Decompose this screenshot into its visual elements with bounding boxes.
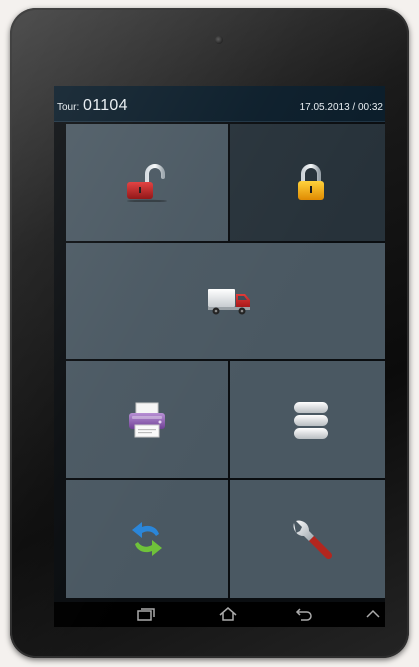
- print-button[interactable]: [66, 361, 228, 478]
- sync-arrows-icon: [129, 518, 165, 560]
- tour-number: 01104: [83, 97, 128, 114]
- settings-button[interactable]: [230, 480, 385, 598]
- printer-icon: [127, 400, 167, 440]
- date-time: 17.05.2013 / 00:32: [299, 102, 383, 113]
- camera-icon: [215, 36, 223, 44]
- lock-icon: [295, 163, 327, 203]
- lock-button[interactable]: [230, 124, 385, 241]
- sync-button[interactable]: [66, 480, 228, 598]
- tile-grid: [54, 122, 385, 602]
- delivery-button[interactable]: [66, 243, 385, 359]
- up-chevron-icon[interactable]: [365, 607, 381, 625]
- unlock-icon: [124, 163, 170, 202]
- back-icon[interactable]: [295, 607, 313, 626]
- screen: Tour: 01104 17.05.2013 / 00:32: [54, 86, 385, 627]
- status-bar: Tour: 01104 17.05.2013 / 00:32: [54, 86, 385, 122]
- truck-icon: [206, 286, 252, 316]
- stack-icon: [292, 400, 330, 440]
- home-icon[interactable]: [219, 607, 237, 626]
- unlock-button[interactable]: [66, 124, 228, 241]
- tablet-device: Tour: 01104 17.05.2013 / 00:32: [10, 8, 409, 658]
- system-nav-bar: [54, 602, 385, 627]
- recent-apps-icon[interactable]: [137, 607, 155, 626]
- wrench-icon: [288, 519, 334, 559]
- list-button[interactable]: [230, 361, 385, 478]
- tour-label: Tour:: [57, 102, 80, 113]
